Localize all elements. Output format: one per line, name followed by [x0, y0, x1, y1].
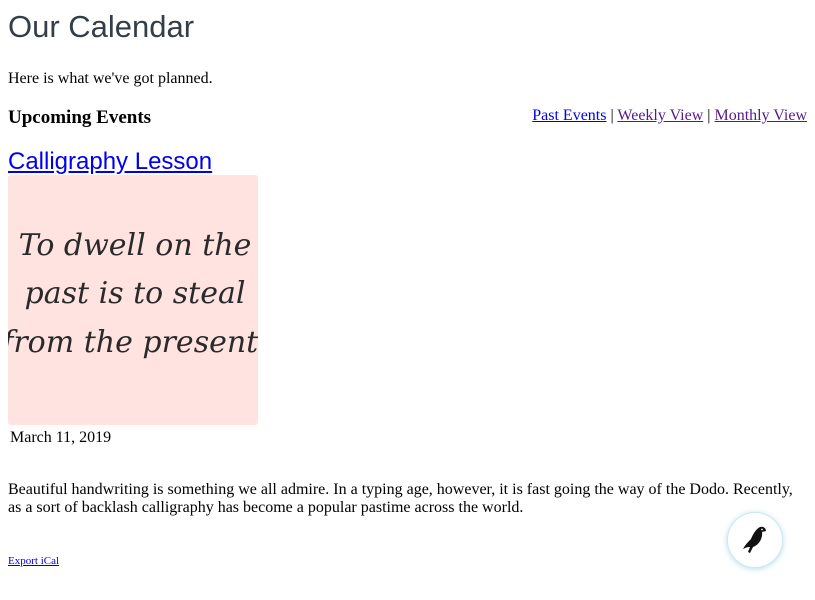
page-title: Our Calendar	[8, 9, 195, 44]
quote-line: from the present.	[8, 325, 258, 360]
weekly-view-link[interactable]: Weekly View	[617, 107, 703, 124]
floating-action-button[interactable]	[727, 512, 783, 568]
event-title-link[interactable]: Calligraphy Lesson	[8, 148, 212, 175]
event-image[interactable]: To dwell on the past is to steal from th…	[8, 175, 258, 425]
bird-icon	[743, 526, 766, 553]
export-ical-link[interactable]: Export iCal	[8, 555, 59, 567]
event-title: Calligraphy Lesson	[8, 147, 212, 177]
quote-line: past is to steal	[25, 276, 246, 311]
calligraphy-quote-image: To dwell on the past is to steal from th…	[8, 228, 258, 360]
quote-line: To dwell on the	[19, 228, 252, 263]
event-date: March 11, 2019	[10, 429, 112, 446]
view-links: Past Events | Weekly View | Monthly View	[532, 106, 807, 126]
intro-text: Here is what we've got planned.	[8, 70, 213, 87]
link-separator: |	[707, 107, 711, 124]
link-separator: |	[610, 107, 614, 124]
monthly-view-link[interactable]: Monthly View	[714, 107, 807, 124]
section-heading: Upcoming Events	[8, 107, 152, 128]
event-description: Beautiful handwriting is something we al…	[8, 481, 793, 516]
past-events-link[interactable]: Past Events	[532, 107, 606, 124]
